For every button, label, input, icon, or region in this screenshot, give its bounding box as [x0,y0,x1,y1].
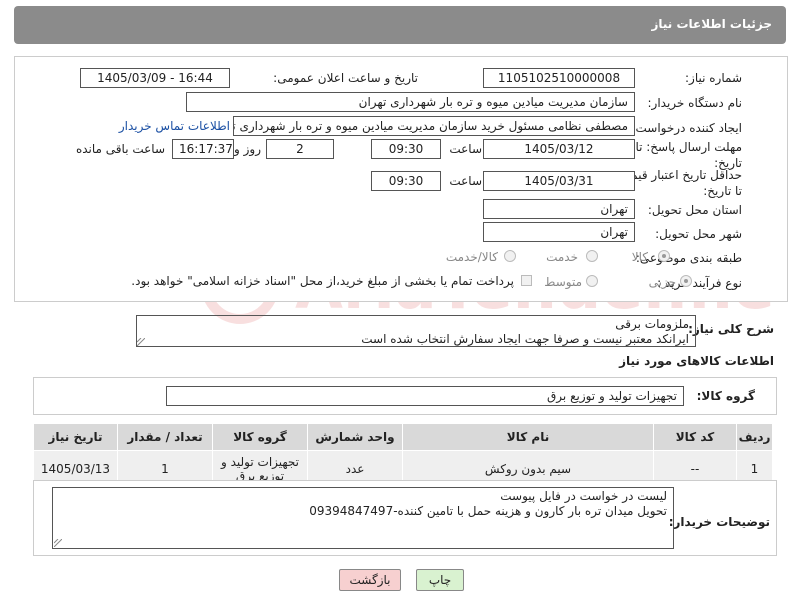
description-line-2: ایرانکد معتبر نیست و صرفا جهت ایجاد سفار… [361,332,689,346]
price-date-field[interactable]: 1405/03/31 [483,171,635,191]
category-label: طبقه بندی موضوعی: [635,251,742,265]
creator-label: ایجاد کننده درخواست: [631,121,742,135]
col-unit: واحد شمارش [307,423,403,451]
buyer-org-field[interactable]: سازمان مدیریت میادین میوه و تره بار شهرد… [186,92,635,112]
buyer-notes-label: توضیحات خریدار: [668,515,770,529]
treasury-payment-checkbox[interactable] [521,275,532,286]
deadline-time-label: ساعت [449,142,482,156]
process-medium-radio[interactable] [586,275,598,287]
back-button[interactable]: بازگشت [339,569,401,591]
province-label: استان محل تحویل: [647,203,742,217]
items-table: ردیف کد کالا نام کالا واحد شمارش گروه کا… [33,423,773,488]
category-goods-service-radio[interactable] [504,250,516,262]
remaining-label: ساعت باقی مانده [75,142,165,156]
description-textarea[interactable]: ملزومات برقی ایرانکد معتبر نیست و صرفا ج… [136,315,696,347]
city-label: شهر محل تحویل: [655,227,742,241]
col-row: ردیف [736,423,773,451]
col-group: گروه کالا [212,423,308,451]
category-service-label: خدمت [546,250,578,264]
treasury-payment-note: پرداخت تمام یا بخشی از مبلغ خرید،از محل … [131,274,514,288]
need-number-label: شماره نیاز: [685,71,742,85]
deadline-date-field[interactable]: 1405/03/12 [483,139,635,159]
goods-group-field[interactable]: تجهیزات تولید و توزیع برق [166,386,684,406]
col-qty: تعداد / مقدار [117,423,213,451]
col-date: تاریخ نیاز [33,423,118,451]
days-label: روز و [234,142,261,156]
goods-group-label: گروه کالا: [696,389,755,403]
announce-field[interactable]: 1405/03/09 - 16:44 [80,68,230,88]
col-code: کد کالا [653,423,737,451]
price-time-label: ساعت [449,174,482,188]
contact-info-link[interactable]: اطلاعات تماس خریدار [119,119,230,133]
buyer-notes-line-1: لیست در خواست در فایل پیوست [500,489,667,503]
process-minor-radio[interactable] [680,275,692,287]
deadline-time-field[interactable]: 09:30 [371,139,441,159]
remaining-time-field[interactable]: 16:17:37 [172,139,234,159]
category-goods-service-label: کالا/خدمت [445,250,498,264]
price-time-field[interactable]: 09:30 [371,171,441,191]
process-minor-label: جزیی [648,275,676,289]
process-medium-label: متوسط [544,275,582,289]
print-button[interactable]: چاپ [416,569,464,591]
description-line-1: ملزومات برقی [615,317,689,331]
buyer-notes-line-2: تحویل میدان تره بار کارون و هزینه حمل با… [309,504,667,518]
category-goods-radio[interactable] [658,250,670,262]
page-header: جزئیات اطلاعات نیاز [14,6,786,44]
table-header-row: ردیف کد کالا نام کالا واحد شمارش گروه کا… [33,423,773,451]
goods-info-title: اطلاعات کالاهای مورد نیاز [619,354,774,368]
days-field[interactable]: 2 [266,139,334,159]
buyer-org-label: نام دستگاه خریدار: [647,96,743,110]
city-field[interactable]: تهران [483,222,635,242]
page-title: جزئیات اطلاعات نیاز [651,17,772,31]
col-name: نام کالا [402,423,654,451]
category-service-radio[interactable] [586,250,598,262]
description-label: شرح کلی نیاز: [688,322,774,336]
buyer-notes-textarea[interactable]: لیست در خواست در فایل پیوست تحویل میدان … [52,487,674,549]
creator-field[interactable]: مصطفی نظامی مسئول خرید سازمان مدیریت میا… [233,116,635,136]
announce-label: تاریخ و ساعت اعلان عمومی: [273,71,418,85]
province-field[interactable]: تهران [483,199,635,219]
resize-handle-icon[interactable] [54,539,62,547]
resize-handle-icon[interactable] [137,338,145,346]
need-number-field[interactable]: 1105102510000008 [483,68,635,88]
category-goods-label: کالا [631,250,648,264]
